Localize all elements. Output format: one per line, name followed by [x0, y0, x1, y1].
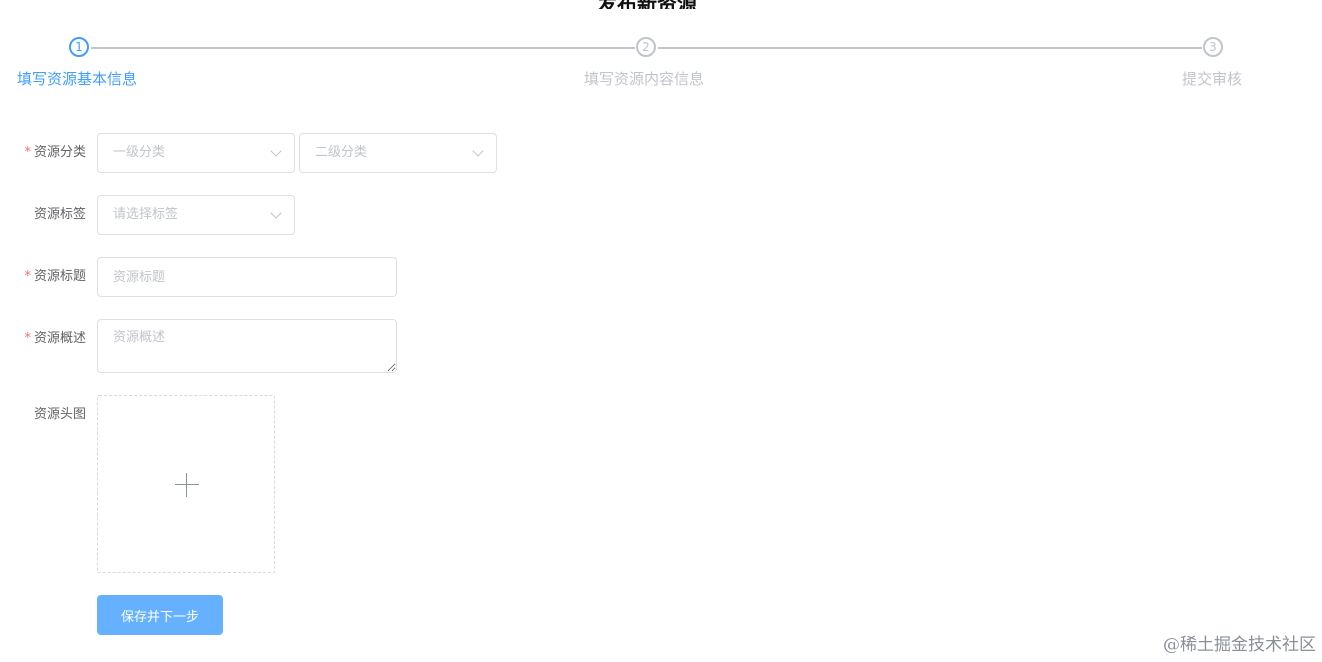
title-label: * 资源标题: [0, 269, 86, 285]
step-1-title: 填写资源基本信息: [17, 70, 138, 88]
watermark: @稀土掘金技术社区: [1163, 635, 1316, 655]
summary-label: * 资源概述: [0, 331, 86, 347]
summary-label-text: 资源概述: [33, 331, 86, 346]
cover-uploader[interactable]: [97, 395, 275, 573]
title-label-text: 资源标题: [33, 269, 86, 284]
step-3-indicator: 3: [1203, 37, 1223, 57]
title-input[interactable]: [97, 257, 397, 297]
cover-label: 资源头图: [33, 407, 86, 422]
step-2-title: 填写资源内容信息: [584, 70, 705, 88]
chevron-down-icon: [472, 145, 484, 157]
required-mark: *: [24, 145, 31, 160]
secondary-category-select[interactable]: 二级分类: [299, 133, 497, 173]
page-title: 发布新资源: [0, 0, 1294, 9]
primary-category-placeholder: 一级分类: [113, 145, 166, 160]
primary-category-select[interactable]: 一级分类: [97, 133, 295, 173]
category-label-text: 资源分类: [33, 145, 86, 160]
step-connector: [658, 47, 1202, 49]
step-2-indicator: 2: [636, 37, 656, 57]
step-connector: [91, 47, 635, 49]
step-1-indicator: 1: [69, 37, 89, 57]
tags-select[interactable]: 请选择标签: [97, 195, 295, 235]
category-label: * 资源分类: [0, 145, 86, 161]
chevron-down-icon: [270, 145, 282, 157]
secondary-category-placeholder: 二级分类: [315, 145, 368, 160]
step-3-title: 提交审核: [1182, 70, 1243, 88]
required-mark: *: [24, 269, 31, 284]
summary-textarea[interactable]: [97, 319, 397, 373]
required-mark: *: [24, 331, 31, 346]
chevron-down-icon: [270, 207, 282, 219]
tags-placeholder: 请选择标签: [113, 207, 179, 222]
save-and-next-button[interactable]: 保存并下一步: [97, 595, 223, 635]
tags-label: 资源标签: [33, 207, 86, 222]
